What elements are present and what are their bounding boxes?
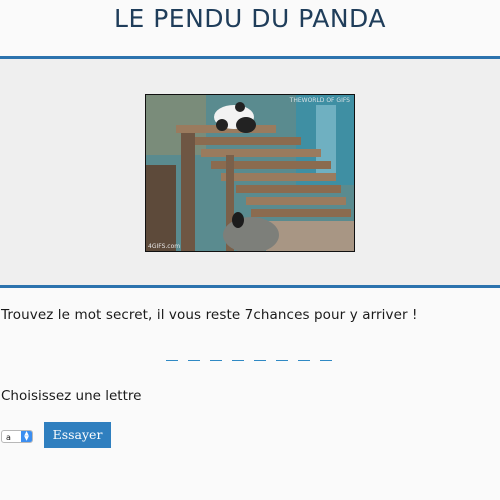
banner: THEWORLD OF GIFS 4GIFS.com: [0, 56, 500, 288]
panda-scene: [146, 95, 354, 251]
letter-slot: [254, 348, 266, 361]
selected-letter: a: [6, 433, 11, 442]
panda-gif: THEWORLD OF GIFS 4GIFS.com: [145, 94, 355, 252]
letter-select[interactable]: a ▲ ▼: [1, 430, 33, 443]
letter-slot: [210, 348, 222, 361]
instruction-text: Trouvez le mot secret, il vous reste 7ch…: [1, 307, 418, 323]
secret-word: [166, 348, 332, 361]
letter-slot: [232, 348, 244, 361]
gif-credit: 4GIFS.com: [148, 243, 181, 250]
page-title: LE PENDU DU PANDA: [114, 4, 386, 33]
choose-letter-label: Choisissez une lettre: [1, 388, 142, 404]
try-button[interactable]: Essayer: [44, 422, 111, 448]
letter-slot: [320, 348, 332, 361]
letter-slot: [298, 348, 310, 361]
gif-watermark: THEWORLD OF GIFS: [289, 97, 350, 104]
letter-slot: [166, 348, 178, 361]
select-arrows-icon: ▲ ▼: [21, 431, 32, 442]
letter-slot: [276, 348, 288, 361]
letter-slot: [188, 348, 200, 361]
